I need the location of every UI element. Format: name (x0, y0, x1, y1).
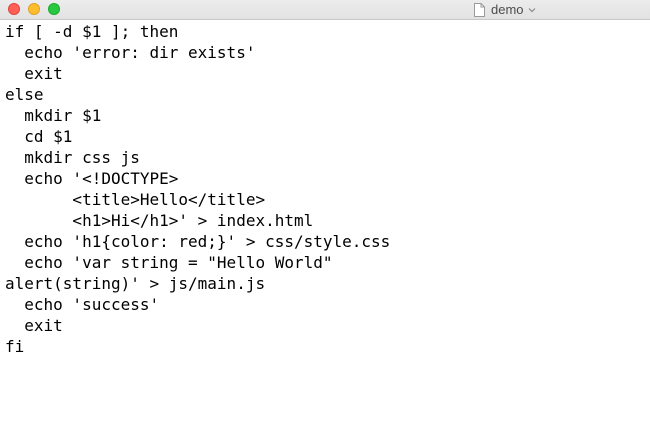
code-line: mkdir css js (5, 148, 140, 167)
code-line: mkdir $1 (5, 106, 102, 125)
code-line: echo 'var string = "Hello World" (5, 253, 333, 272)
code-line: exit (5, 64, 63, 83)
code-line: <title>Hello</title> (5, 190, 266, 209)
code-line: echo '<!DOCTYPE> (5, 169, 179, 188)
code-line: exit (5, 316, 63, 335)
zoom-button[interactable] (48, 3, 60, 15)
code-line: else (5, 85, 44, 104)
minimize-button[interactable] (28, 3, 40, 15)
code-line: fi (5, 337, 25, 356)
close-button[interactable] (8, 3, 20, 15)
code-line: echo 'h1{color: red;}' > css/style.css (5, 232, 391, 251)
chevron-down-icon[interactable] (528, 7, 536, 13)
window-title-menu[interactable]: demo (474, 2, 536, 18)
code-line: <h1>Hi</h1>' > index.html (5, 211, 314, 230)
code-line: echo 'error: dir exists' (5, 43, 256, 62)
code-line: echo 'success' (5, 295, 160, 314)
title-bar[interactable]: demo (0, 0, 650, 20)
code-line: cd $1 (5, 127, 73, 146)
code-line: if [ -d $1 ]; then (5, 22, 179, 41)
window-title: demo (491, 2, 524, 17)
code-line: alert(string)' > js/main.js (5, 274, 266, 293)
text-area[interactable]: if [ -d $1 ]; then echo 'error: dir exis… (5, 21, 650, 447)
text-editor-window: demo if [ -d $1 ]; then echo 'error: dir… (0, 0, 650, 447)
document-icon (474, 3, 485, 17)
